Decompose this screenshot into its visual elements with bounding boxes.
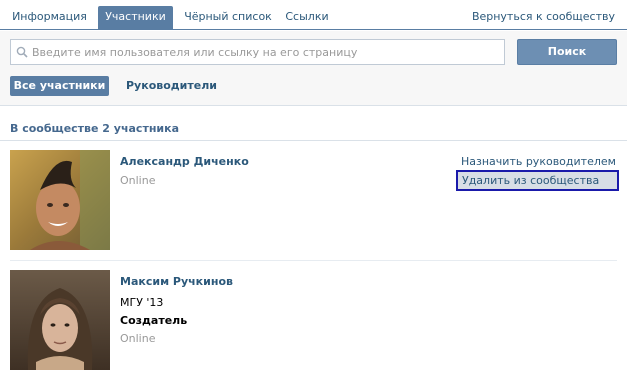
- remove-from-community-link[interactable]: Удалить из сообщества: [456, 170, 619, 191]
- filter-leaders-link[interactable]: Руководители: [126, 76, 217, 96]
- member-status: Online: [120, 174, 156, 187]
- make-leader-link[interactable]: Назначить руководителем: [461, 155, 616, 168]
- search-panel: Поиск Все участники Руководители: [0, 31, 627, 106]
- member-name[interactable]: Александр Диченко: [120, 155, 249, 168]
- member-count-header: В сообществе 2 участника: [10, 122, 180, 135]
- avatar[interactable]: [10, 150, 110, 250]
- avatar[interactable]: [10, 270, 110, 370]
- search-icon: [16, 46, 28, 58]
- search-button[interactable]: Поиск: [517, 39, 617, 65]
- search-field[interactable]: [10, 39, 505, 65]
- search-input[interactable]: [32, 40, 502, 64]
- tab-links[interactable]: Ссылки: [283, 6, 331, 30]
- member-row: Максим Ручкинов МГУ '13 Создатель Online: [0, 270, 627, 381]
- tab-members[interactable]: Участники: [98, 6, 173, 30]
- tab-bar: Информация Участники Чёрный список Ссылк…: [0, 0, 627, 30]
- back-to-community-link[interactable]: Вернуться к сообществу: [472, 6, 615, 30]
- member-row: Александр Диченко Online Назначить руков…: [0, 150, 627, 250]
- member-university: МГУ '13: [120, 296, 164, 309]
- member-status: Online: [120, 332, 156, 345]
- tab-blacklist[interactable]: Чёрный список: [178, 6, 278, 30]
- filter-all-members-button[interactable]: Все участники: [10, 76, 109, 96]
- divider: [0, 140, 627, 141]
- member-name[interactable]: Максим Ручкинов: [120, 275, 233, 288]
- divider: [10, 260, 617, 261]
- member-role: Создатель: [120, 314, 188, 327]
- tab-info[interactable]: Информация: [8, 6, 91, 30]
